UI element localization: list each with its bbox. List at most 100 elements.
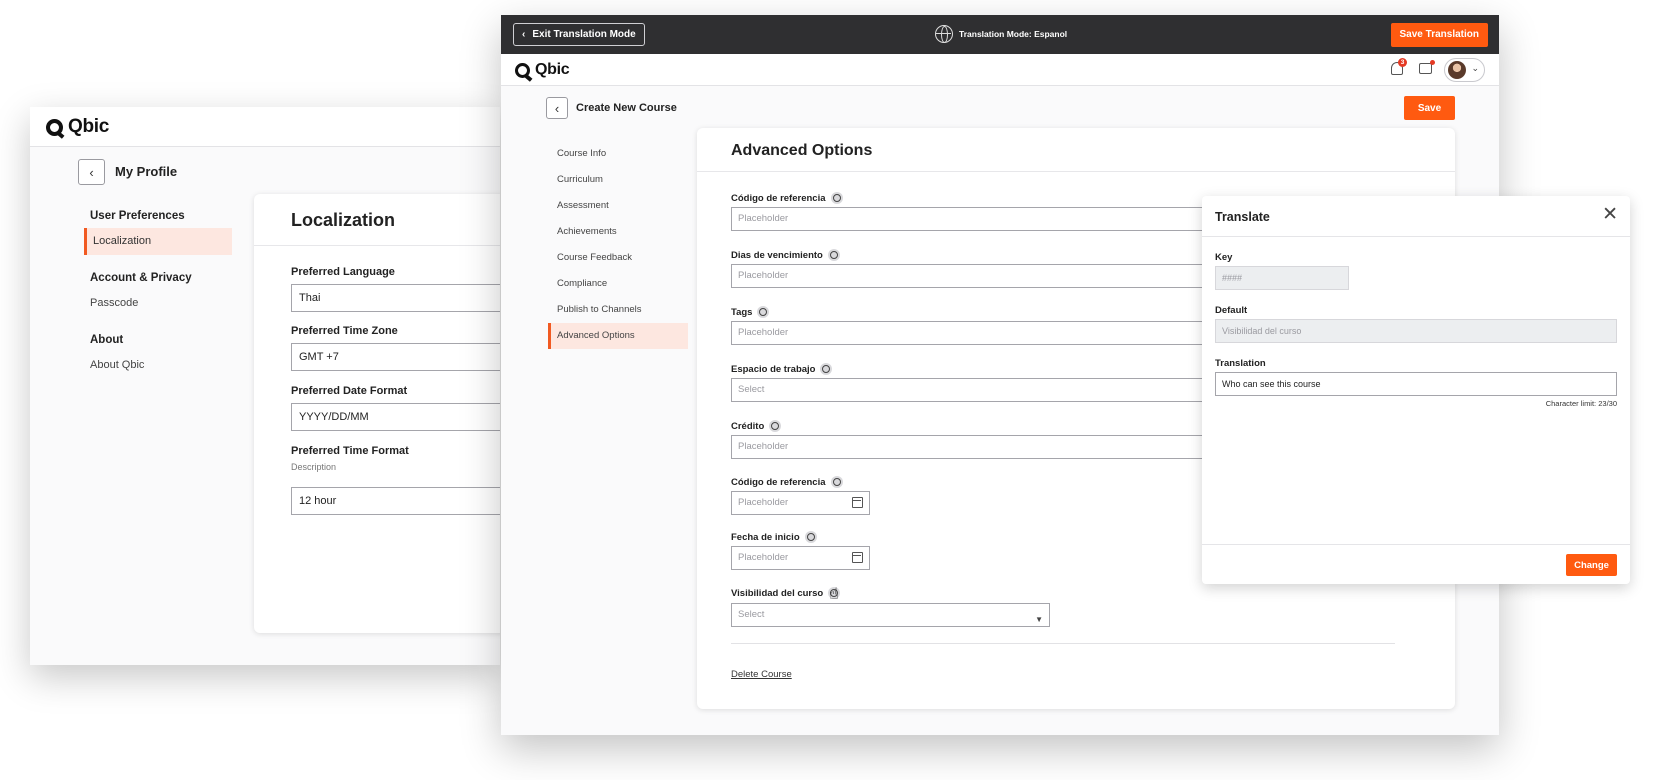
translation-mode-indicator: Translation Mode: Espanol — [935, 25, 1067, 43]
qbic-logo[interactable]: Qbic — [46, 116, 109, 138]
logo-text: Qbic — [68, 116, 110, 137]
save-translation-button[interactable]: Save Translation — [1390, 23, 1488, 47]
start-date-label: Fecha de inicio — [731, 531, 817, 543]
visibility-select[interactable]: Select ▼ — [731, 603, 1050, 627]
expiry-days-label: Dias de vencimiento — [731, 249, 840, 261]
divider — [254, 245, 500, 246]
translate-globe-icon[interactable] — [757, 306, 770, 318]
exit-translation-button[interactable]: ‹ Exit Translation Mode — [513, 23, 645, 46]
panel-title: Translate — [1215, 210, 1270, 224]
nav-item-course-info[interactable]: Course Info — [548, 141, 688, 167]
tags-label-text: Tags — [731, 306, 753, 318]
timeformat-label: Preferred Time Format — [291, 445, 409, 457]
ref-code-2-label-text: Código de referencia — [731, 476, 826, 488]
app-header: Qbic 3 ⌄ — [501, 54, 1499, 86]
character-limit: Character limit: 23/30 — [1545, 399, 1617, 408]
translation-mode-bar: ‹ Exit Translation Mode Translation Mode… — [501, 15, 1499, 54]
page-title: Create New Course — [576, 102, 677, 114]
page-title: My Profile — [115, 164, 178, 179]
visibility-placeholder: Select — [738, 609, 765, 620]
exit-translation-label: Exit Translation Mode — [532, 29, 636, 40]
start-date-input[interactable]: Placeholder — [731, 546, 870, 570]
card-title: Advanced Options — [731, 142, 873, 159]
workspace-label-text: Espacio de trabajo — [731, 363, 816, 375]
hand-cursor-icon: ☝ — [829, 586, 839, 603]
expiry-days-label-text: Dias de vencimiento — [731, 249, 823, 261]
language-label: Preferred Language — [291, 266, 395, 278]
chat-unread-dot — [1430, 60, 1435, 65]
card-title: Localization — [291, 210, 396, 230]
qbic-logo[interactable]: Qbic — [515, 61, 570, 79]
chevron-left-icon: ‹ — [89, 164, 94, 180]
timezone-label: Preferred Time Zone — [291, 325, 398, 337]
menu-item-passcode[interactable]: Passcode — [84, 290, 232, 317]
translation-label: Translation — [1215, 358, 1266, 369]
timeformat-field[interactable]: 12 hour — [291, 487, 500, 515]
qbic-logo-icon — [515, 62, 530, 78]
profile-menu: User Preferences Localization Account & … — [84, 210, 232, 379]
localization-card: Localization Preferred Language Thai Pre… — [254, 194, 500, 633]
qbic-logo-icon — [46, 118, 63, 136]
key-label: Key — [1215, 252, 1233, 263]
profile-header: Qbic — [30, 107, 500, 147]
credit-label: Crédito — [731, 420, 782, 432]
chevron-left-icon: ‹ — [554, 100, 560, 116]
start-date-placeholder: Placeholder — [738, 552, 789, 563]
translate-globe-icon[interactable] — [830, 476, 843, 488]
divider — [1202, 236, 1630, 237]
menu-item-localization[interactable]: Localization — [84, 228, 232, 255]
translate-globe-icon[interactable] — [820, 363, 833, 375]
divider — [731, 643, 1395, 644]
menu-section-about: About — [90, 334, 124, 346]
menu-section-account-privacy: Account & Privacy — [90, 272, 192, 284]
translate-globe-icon[interactable] — [769, 420, 782, 432]
back-button[interactable]: ‹ — [546, 97, 568, 119]
translation-mode-text: Translation Mode: Espanol — [959, 29, 1068, 39]
translate-globe-icon[interactable] — [827, 249, 840, 261]
translate-globe-icon[interactable] — [830, 192, 843, 204]
workspace-label: Espacio de trabajo — [731, 363, 833, 375]
language-field[interactable]: Thai — [291, 284, 500, 312]
nav-item-course-feedback[interactable]: Course Feedback — [548, 245, 688, 271]
nav-item-advanced-options[interactable]: Advanced Options — [548, 323, 688, 349]
calendar-icon[interactable] — [852, 552, 863, 563]
menu-item-about-qbic[interactable]: About Qbic — [84, 352, 232, 379]
save-button[interactable]: Save — [1404, 96, 1455, 120]
default-label: Default — [1215, 305, 1248, 316]
ref-code-2-date-input[interactable]: Placeholder — [731, 491, 870, 515]
timezone-field[interactable]: GMT +7 — [291, 343, 500, 371]
divider — [1202, 544, 1630, 545]
ref-code-label: Código de referencia — [731, 192, 843, 204]
caret-down-icon: ▼ — [1035, 615, 1043, 624]
start-date-label-text: Fecha de inicio — [731, 531, 800, 543]
profile-window: Qbic ‹ My Profile User Preferences Local… — [30, 107, 500, 665]
nav-item-curriculum[interactable]: Curriculum — [548, 167, 688, 193]
tags-label: Tags — [731, 306, 770, 318]
translation-input[interactable]: Who can see this course — [1215, 372, 1617, 396]
chat-icon[interactable] — [1419, 63, 1432, 74]
calendar-icon[interactable] — [852, 497, 863, 508]
divider — [697, 171, 1455, 172]
nav-item-achievements[interactable]: Achievements — [548, 219, 688, 245]
menu-section-user-preferences: User Preferences — [90, 210, 185, 222]
translate-globe-icon[interactable] — [804, 531, 817, 543]
delete-course-link[interactable]: Delete Course — [731, 669, 792, 680]
logo-text: Qbic — [535, 61, 570, 78]
course-nav: Course Info Curriculum Assessment Achiev… — [548, 141, 688, 349]
notification-badge: 3 — [1398, 58, 1407, 67]
visibility-label: Visibilidad del curso — [731, 587, 841, 599]
change-button[interactable]: Change — [1566, 554, 1617, 576]
credit-label-text: Crédito — [731, 420, 765, 432]
translate-panel: Translate ✕ Key #### Default Visibilidad… — [1202, 196, 1630, 584]
avatar — [1448, 61, 1466, 79]
chevron-left-icon: ‹ — [522, 29, 526, 40]
nav-item-publish-to-channels[interactable]: Publish to Channels — [548, 297, 688, 323]
nav-item-assessment[interactable]: Assessment — [548, 193, 688, 219]
close-icon[interactable]: ✕ — [1602, 205, 1618, 224]
back-button[interactable]: ‹ — [78, 159, 105, 185]
dateformat-field[interactable]: YYYY/DD/MM — [291, 403, 500, 431]
nav-item-compliance[interactable]: Compliance — [548, 271, 688, 297]
globe-icon — [935, 25, 953, 43]
user-menu-button[interactable]: ⌄ — [1444, 58, 1485, 82]
default-field: Visibilidad del curso — [1215, 319, 1617, 343]
